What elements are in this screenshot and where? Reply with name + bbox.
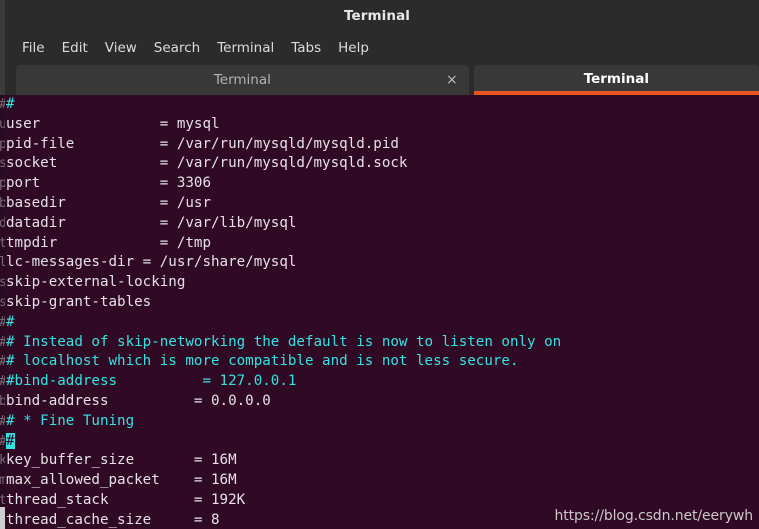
terminal-line: skip-external-locking <box>6 273 595 293</box>
tab-terminal-2[interactable]: Terminal <box>473 65 759 95</box>
menu-item-terminal[interactable]: Terminal <box>209 38 283 58</box>
terminal-line: skip-grant-tables <box>6 293 595 313</box>
terminal-line: socket = /var/run/mysqld/mysqld.sock <box>6 154 595 174</box>
text-cursor: # <box>6 432 15 449</box>
terminal-text-run: socket = /var/run/mysqld/mysqld.sock <box>6 155 408 172</box>
terminal-line: bind-address = 0.0.0.0 <box>6 392 595 412</box>
terminal-line: max_allowed_packet = 16M <box>6 471 595 491</box>
terminal-text-run: basedir = /usr <box>6 194 211 211</box>
terminal-text-run: bind-address = 0.0.0.0 <box>6 392 271 409</box>
terminal-text-run: #bind-address = 127.0.0.1 <box>6 373 297 390</box>
terminal-text-run: skip-grant-tables <box>6 293 152 310</box>
close-icon[interactable]: × <box>446 73 458 87</box>
window-title: Terminal <box>343 8 411 24</box>
terminal-line: thread_cache_size = 8 <box>6 511 595 529</box>
terminal-line: thread_stack = 192K <box>6 491 595 511</box>
terminal-line: # * Fine Tuning <box>6 412 595 432</box>
terminal-line: # localhost which is more compatible and… <box>6 352 595 372</box>
tab-label: Terminal <box>213 72 271 88</box>
terminal-text-run: datadir = /var/lib/mysql <box>6 214 297 231</box>
terminal-line: lc-messages-dir = /usr/share/mysql <box>6 253 595 273</box>
terminal-line: datadir = /var/lib/mysql <box>6 214 595 234</box>
terminal-text-run: # <box>6 313 15 330</box>
titlebar[interactable]: Terminal <box>5 0 759 34</box>
menubar: File Edit View Search Terminal Tabs Help <box>5 34 759 61</box>
terminal-text-run: key_buffer_size = 16M <box>6 452 237 469</box>
terminal-text-run: tmpdir = /tmp <box>6 234 211 251</box>
menu-item-edit[interactable]: Edit <box>54 38 97 58</box>
menu-item-file[interactable]: File <box>14 38 54 58</box>
terminal-text-run: # Instead of skip-networking the default… <box>6 333 562 350</box>
terminal-line: # <box>6 432 595 452</box>
watermark-text: https://blog.csdn.net/eerywh <box>554 508 753 524</box>
tab-label: Terminal <box>583 71 649 87</box>
terminal-text: # user = mysql pid-file = /var/run/mysqld/… <box>6 95 595 529</box>
terminal-text-run: # localhost which is more compatible and… <box>6 353 519 370</box>
terminal-line: # <box>6 95 595 115</box>
terminal-line: basedir = /usr <box>6 194 595 214</box>
terminal-text-run: # * Fine Tuning <box>6 412 135 429</box>
terminal-text-run: thread_stack = 192K <box>6 491 246 508</box>
terminal-text-run: # <box>6 96 15 112</box>
terminal-line: user = mysql <box>6 115 595 135</box>
menu-item-view[interactable]: View <box>97 38 146 58</box>
terminal-line: key_buffer_size = 16M <box>6 451 595 471</box>
terminal-text-run: user = mysql <box>6 115 220 132</box>
terminal-text-run: skip-external-locking <box>6 274 186 291</box>
terminal-line: port = 3306 <box>6 174 595 194</box>
terminal-text-run: thread_cache_size = 8 <box>6 511 220 528</box>
terminal-window: Terminal File Edit View Search Terminal … <box>5 0 759 529</box>
menu-item-help[interactable]: Help <box>330 38 378 58</box>
terminal-text-run: max_allowed_packet = 16M <box>6 472 237 489</box>
menu-item-search[interactable]: Search <box>146 38 209 58</box>
menu-item-tabs[interactable]: Tabs <box>283 38 330 58</box>
terminal-output-area[interactable]: # user = mysql pid-file = /var/run/mysqld/… <box>5 95 759 529</box>
terminal-line: pid-file = /var/run/mysqld/mysqld.pid <box>6 135 595 155</box>
terminal-line: #bind-address = 127.0.0.1 <box>6 372 595 392</box>
terminal-application-window: # u p s p b d t l s s # # # # b # # k m … <box>0 0 759 529</box>
terminal-text-run: lc-messages-dir = /usr/share/mysql <box>6 254 297 271</box>
terminal-text-run: port = 3306 <box>6 175 211 192</box>
tabbar: Terminal × Terminal <box>5 61 759 95</box>
tab-terminal-1[interactable]: Terminal × <box>16 65 469 95</box>
terminal-line: # Instead of skip-networking the default… <box>6 333 595 353</box>
terminal-line: # <box>6 313 595 333</box>
terminal-line: tmpdir = /tmp <box>6 234 595 254</box>
terminal-text-run: pid-file = /var/run/mysqld/mysqld.pid <box>6 135 399 152</box>
